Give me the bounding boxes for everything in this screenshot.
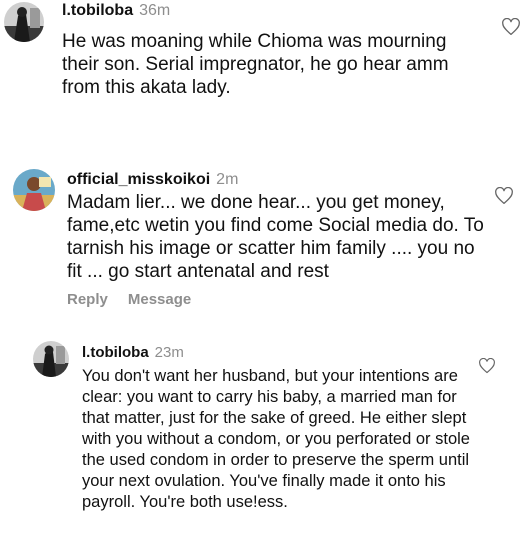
comment-actions: Reply Message (67, 291, 211, 308)
comment-timestamp: 2m (216, 171, 239, 188)
comment-username[interactable]: l.tobiloba 36m (62, 2, 170, 20)
avatar-image (33, 341, 69, 377)
comment-username[interactable]: l.tobiloba 23m (82, 344, 184, 361)
comment-3-reply: l.tobiloba 23m You don't want her husband… (0, 335, 521, 540)
avatar-officialmisskoikoi[interactable] (13, 169, 55, 211)
avatar-image (13, 169, 55, 211)
comment-text: He was moaning while Chioma was mourning… (62, 31, 449, 98)
avatar-ltobiloba[interactable] (4, 2, 44, 42)
comment-text: Madam lier... we done hear... you get mo… (67, 192, 484, 282)
comment-1: l.tobiloba 36m He was moaning while Chiom… (0, 0, 521, 120)
heart-outline-icon[interactable] (501, 18, 521, 36)
comment-timestamp: 23m (154, 344, 184, 361)
heart-outline-icon[interactable] (478, 358, 496, 374)
reply-button[interactable]: Reply (67, 291, 108, 308)
comment-timestamp: 36m (139, 2, 171, 19)
comment-text: You don't want her husband, but your int… (82, 367, 470, 511)
avatar-image (4, 2, 44, 42)
comment-username[interactable]: official_misskoikoi 2m (67, 171, 238, 189)
heart-outline-icon[interactable] (494, 187, 514, 205)
message-button[interactable]: Message (128, 291, 191, 308)
comment-2: official_misskoikoi 2m Madam lier... we d… (0, 160, 521, 320)
avatar-ltobiloba[interactable] (33, 341, 69, 377)
